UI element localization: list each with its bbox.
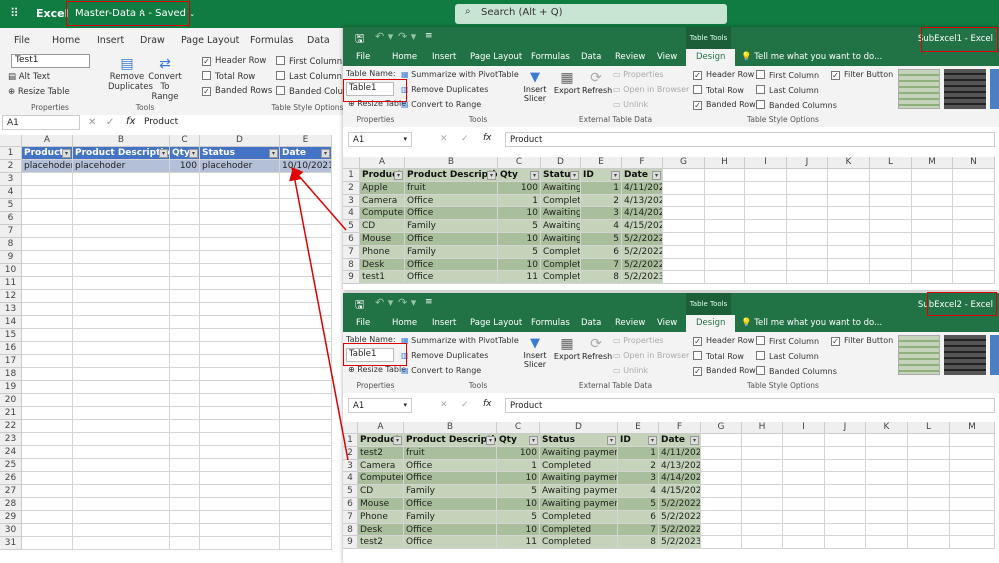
highlight-box — [343, 79, 407, 102]
highlight-box — [343, 343, 407, 366]
arrow-line — [291, 166, 347, 231]
arrow-line — [289, 168, 349, 461]
annotation-arrows — [289, 166, 349, 461]
highlight-box — [927, 292, 997, 316]
highlight-box — [921, 27, 998, 52]
